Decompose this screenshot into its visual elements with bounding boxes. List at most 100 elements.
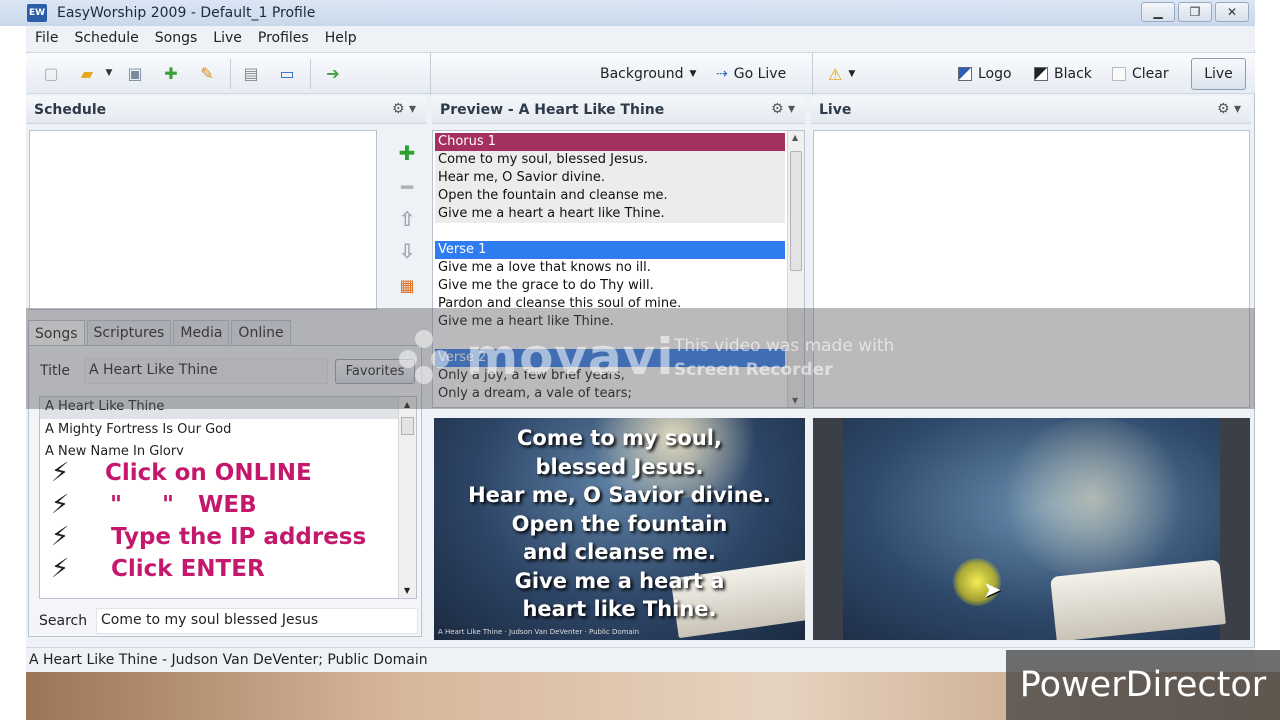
schedule-header: Schedule ⚙ ▾ bbox=[26, 96, 426, 124]
lightning-icon: ⚡ bbox=[50, 554, 70, 584]
logo-toggle[interactable]: Logo bbox=[958, 63, 1012, 85]
window-title: EasyWorship 2009 - Default_1 Profile bbox=[57, 5, 316, 21]
go-live-icon: ⇢ bbox=[716, 66, 728, 82]
schedule-list[interactable] bbox=[29, 130, 377, 310]
schedule-calendar-icon[interactable]: ▦ bbox=[396, 274, 418, 296]
annotation-text: Click ENTER bbox=[111, 556, 265, 582]
toolbar-separator bbox=[310, 59, 311, 89]
annotation-row: ⚡ Click ENTER bbox=[40, 553, 265, 585]
move-down-icon[interactable]: ⇩ bbox=[396, 239, 418, 263]
left-border bbox=[0, 26, 26, 720]
menu-help[interactable]: Help bbox=[325, 30, 357, 46]
clear-toggle[interactable]: Clear bbox=[1112, 63, 1169, 85]
minimize-button[interactable]: ▁ bbox=[1141, 2, 1175, 22]
annotation-row: ⚡ " " WEB bbox=[40, 489, 257, 521]
movavi-line-1: This video was made with bbox=[674, 336, 895, 356]
lyric-line: Give me a heart a heart like Thine. bbox=[438, 206, 665, 221]
menu-profiles[interactable]: Profiles bbox=[258, 30, 309, 46]
live-header: Live ⚙ ▾ bbox=[811, 96, 1251, 124]
slide-line: Come to my soul, bbox=[517, 426, 722, 450]
preview-slide[interactable]: Come to my soul, blessed Jesus. Hear me,… bbox=[434, 418, 805, 640]
add-to-schedule-icon[interactable]: ✚ bbox=[396, 141, 418, 165]
live-gear-icon[interactable]: ⚙ ▾ bbox=[1217, 101, 1241, 117]
right-border bbox=[1255, 0, 1280, 650]
close-icon: ✕ bbox=[1226, 5, 1238, 19]
menu-songs[interactable]: Songs bbox=[155, 30, 198, 46]
slide-line: Give me a heart a bbox=[514, 568, 725, 593]
slide-caption: A Heart Like Thine · Judson Van DeVenter… bbox=[438, 628, 640, 636]
lyric-section[interactable]: Chorus 1 Come to my soul, blessed Jesus.… bbox=[435, 133, 785, 223]
warning-button[interactable]: ⚠ ▼ bbox=[828, 63, 855, 85]
menu-live[interactable]: Live bbox=[213, 30, 242, 46]
slide-line: blessed Jesus. bbox=[535, 454, 704, 479]
movavi-dots-icon bbox=[399, 330, 449, 384]
lyric-line: Hear me, O Savior divine. bbox=[438, 170, 606, 185]
live-title: Live bbox=[819, 101, 852, 118]
toolbar: ▢ ▰ ▼ ▣ ✚ ✎ ▤ ▭ ➔ Background ▼ ⇢ Go Live… bbox=[26, 52, 1255, 95]
slide-line: heart like Thine. bbox=[522, 597, 717, 621]
scroll-thumb[interactable] bbox=[790, 151, 802, 271]
black-checkbox-icon bbox=[1034, 67, 1048, 81]
black-label: Black bbox=[1054, 66, 1092, 82]
menu-bar: File Schedule Songs Live Profiles Help bbox=[0, 26, 1255, 50]
annotation-row: ⚡ Type the IP address bbox=[40, 521, 366, 553]
edit-icon[interactable]: ✎ bbox=[196, 62, 218, 84]
open-dropdown-icon[interactable]: ▼ bbox=[98, 62, 120, 84]
menu-schedule[interactable]: Schedule bbox=[74, 30, 138, 46]
slide-line: Hear me, O Savior divine. bbox=[468, 483, 771, 507]
schedule-gear-icon[interactable]: ⚙ ▾ bbox=[392, 101, 416, 117]
lyric-line: Give me a love that knows no ill. bbox=[438, 260, 651, 275]
schedule-title: Schedule bbox=[34, 101, 107, 118]
live-button[interactable]: Live bbox=[1191, 58, 1246, 90]
chevron-down-icon: ▼ bbox=[689, 69, 697, 79]
scroll-down-icon[interactable]: ▼ bbox=[404, 586, 410, 595]
monitor-icon[interactable]: ▭ bbox=[276, 62, 298, 84]
clear-label: Clear bbox=[1132, 66, 1169, 82]
go-live-arrow-icon[interactable]: ➔ bbox=[322, 62, 344, 84]
movavi-wordmark: movavi bbox=[466, 328, 675, 386]
background-button[interactable]: Background ▼ bbox=[600, 63, 696, 85]
title-bar: EW EasyWorship 2009 - Default_1 Profile … bbox=[0, 0, 1255, 26]
annotation-text: Type the IP address bbox=[111, 524, 367, 550]
restore-button[interactable]: ❐ bbox=[1178, 2, 1212, 22]
close-button[interactable]: ✕ bbox=[1215, 2, 1249, 22]
app-icon: EW bbox=[27, 4, 47, 22]
lyric-line: Open the fountain and cleanse me. bbox=[438, 188, 668, 203]
slide-text: Come to my soul, blessed Jesus. Hear me,… bbox=[434, 424, 805, 624]
preview-gear-icon[interactable]: ⚙ ▾ bbox=[771, 101, 795, 117]
lightning-icon: ⚡ bbox=[50, 458, 70, 488]
open-folder-icon[interactable]: ▰ bbox=[76, 62, 98, 84]
move-up-icon[interactable]: ⇧ bbox=[396, 207, 418, 231]
scroll-up-icon[interactable]: ▲ bbox=[792, 133, 798, 142]
print-icon[interactable]: ▤ bbox=[240, 62, 262, 84]
light-glow bbox=[993, 418, 1193, 578]
lyric-line: Give me the grace to do Thy will. bbox=[438, 278, 654, 293]
section-header: Chorus 1 bbox=[435, 133, 785, 151]
toolbar-separator bbox=[230, 59, 231, 89]
preview-header: Preview - A Heart Like Thine ⚙ ▾ bbox=[432, 96, 805, 124]
search-label: Search bbox=[39, 613, 88, 629]
window-controls: ▁ ❐ ✕ bbox=[1141, 2, 1249, 22]
restore-icon: ❐ bbox=[1189, 5, 1201, 19]
add-item-icon[interactable]: ✚ bbox=[160, 62, 182, 84]
warning-icon: ⚠ bbox=[828, 64, 843, 84]
preview-title: Preview - A Heart Like Thine bbox=[440, 101, 665, 118]
new-schedule-icon[interactable]: ▢ bbox=[40, 62, 62, 84]
save-icon[interactable]: ▣ bbox=[124, 62, 146, 84]
go-live-button[interactable]: ⇢ Go Live bbox=[716, 63, 786, 85]
annotation-text: " " WEB bbox=[110, 492, 257, 518]
powerdirector-text: PowerDirector bbox=[1019, 665, 1267, 705]
slide-line: and cleanse me. bbox=[523, 540, 716, 564]
movavi-logo: movavi bbox=[396, 328, 675, 386]
search-input[interactable]: Come to my soul blessed Jesus bbox=[96, 608, 418, 634]
menu-file[interactable]: File bbox=[35, 30, 58, 46]
mouse-pointer-icon: ➤ bbox=[983, 578, 1002, 603]
live-slide[interactable]: ➤ bbox=[813, 418, 1250, 640]
song-list-scrollbar[interactable]: ▲ ▼ bbox=[398, 397, 416, 598]
remove-from-schedule-icon[interactable]: ━ bbox=[396, 175, 418, 199]
movavi-watermark: movavi This video was made with Screen R… bbox=[26, 308, 1255, 409]
song-list-item[interactable]: A Mighty Fortress Is Our God bbox=[40, 419, 416, 441]
background-label: Background bbox=[600, 66, 684, 82]
scroll-thumb[interactable] bbox=[401, 417, 414, 435]
black-toggle[interactable]: Black bbox=[1034, 63, 1092, 85]
